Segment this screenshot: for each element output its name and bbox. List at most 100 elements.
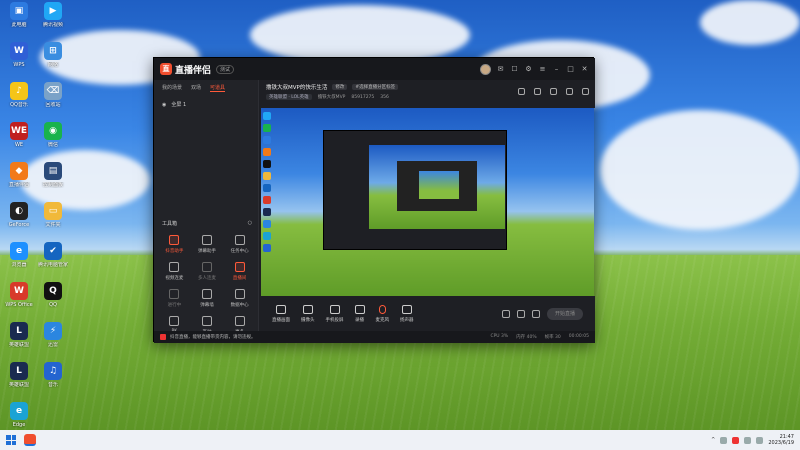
tool-label: 直播间	[232, 276, 247, 281]
desktop-app-icon: L	[10, 362, 28, 380]
camera-toggle-icon[interactable]	[502, 309, 510, 318]
desktop-icon[interactable]: WE WE	[4, 122, 34, 148]
tray-app-icon[interactable]	[732, 436, 740, 444]
live-preview[interactable]	[261, 108, 594, 296]
live-streaming-app-window[interactable]: 直 直播伴侣 测试 ✉ ☐ ⚙ ≡ – □ ✕ 我的场景 双场 可道具 ◉ 全屏…	[153, 57, 595, 343]
windows-start-icon[interactable]	[6, 435, 16, 445]
bell-icon[interactable]	[566, 88, 573, 95]
toolbox-item[interactable]: 进行中	[158, 289, 191, 308]
desktop-icon[interactable]: ▤ 控制面板	[38, 162, 68, 188]
control-button[interactable]: 手机投屏	[326, 304, 344, 323]
live-settings-icon[interactable]	[532, 309, 540, 318]
tool-icon	[201, 235, 212, 245]
tab-dual[interactable]: 双场	[191, 84, 201, 92]
cpu-usage: CPU 3%	[490, 334, 509, 339]
toolbox-item[interactable]: 直播间	[223, 262, 256, 281]
scene-item[interactable]: ◉ 全屏 1	[154, 96, 258, 113]
preview-desktop-icons	[261, 108, 285, 296]
control-label: 直播画面	[272, 317, 290, 323]
edit-title-button[interactable]: 修改	[332, 84, 348, 90]
control-button[interactable]: 扬声器	[400, 304, 414, 323]
room-title[interactable]: 撸铁大叔MVP的快乐生活	[266, 83, 327, 91]
feedback-icon[interactable]: ☐	[510, 65, 519, 74]
message-icon[interactable]: ✉	[496, 65, 505, 74]
settings-icon[interactable]: ⚙	[524, 65, 533, 74]
desktop-icon-label: 网络	[47, 62, 58, 68]
tab-props[interactable]: 可道具	[210, 84, 226, 92]
category-tag[interactable]: 英雄联盟 · LOL英雄	[266, 94, 312, 100]
control-button[interactable]: 录播	[354, 304, 365, 323]
live-duration: 00:00:05	[568, 334, 589, 339]
preview-nested-window	[323, 130, 507, 250]
tool-icon	[234, 235, 245, 245]
taskbar-streaming-app-icon[interactable]	[24, 434, 36, 446]
version-badge[interactable]: 测试	[216, 64, 235, 74]
control-icon	[302, 304, 313, 314]
capture-icon[interactable]	[518, 88, 525, 95]
desktop-icon-label: 英雄联盟	[8, 382, 29, 388]
control-button[interactable]: 直播画面	[272, 304, 290, 323]
desktop-icon[interactable]: e Edge	[4, 402, 34, 428]
start-live-button[interactable]: 开始直播	[547, 307, 583, 320]
toolbox-item[interactable]: 任务中心	[223, 235, 256, 254]
control-icon	[329, 304, 340, 314]
desktop-icon[interactable]: ◉ 微信	[38, 122, 68, 148]
desktop-icon[interactable]: W WPS	[4, 42, 34, 68]
desktop-icon[interactable]: ♫ 音乐	[38, 362, 68, 388]
desktop-icon[interactable]: ⊞ 网络	[38, 42, 68, 68]
toolbox-more-icon[interactable]: ○	[248, 220, 252, 227]
control-button[interactable]: 麦克风	[375, 304, 390, 323]
desktop-icon[interactable]: ▶ 腾讯视频	[38, 2, 68, 28]
tab-my-scenes[interactable]: 我的场景	[162, 84, 182, 92]
desktop-icon[interactable]: Q QQ	[38, 282, 68, 308]
tool-label: 抖音助手	[165, 249, 184, 254]
tool-icon	[201, 262, 212, 272]
desktop-icon-label: QQ音乐	[10, 102, 28, 108]
clock[interactable]: 21:47 2023/6/19	[768, 434, 794, 446]
toolbox-item[interactable]: 数据中心	[223, 289, 256, 308]
minimize-button[interactable]: –	[552, 65, 561, 74]
tool-label: 数据中心	[230, 303, 249, 308]
desktop-icon[interactable]: L 英雄联盟	[4, 362, 34, 388]
eye-icon[interactable]: ◉	[162, 102, 166, 108]
control-label: 麦克风	[375, 317, 390, 323]
tray-app-icon[interactable]	[720, 436, 728, 444]
more-icon[interactable]	[582, 88, 589, 95]
desktop-icon[interactable]: ◆ 直播伴侣	[4, 162, 34, 188]
desktop-icon-label: WPS	[13, 62, 25, 68]
volume-icon[interactable]	[756, 436, 764, 444]
desktop-icon[interactable]: L 英雄联盟	[4, 322, 34, 348]
toolbox-item[interactable]: 视频连麦	[158, 262, 191, 281]
toolbox-label: 工具箱	[162, 221, 178, 227]
desktop-icon[interactable]: e 浏览器	[4, 242, 34, 268]
desktop-app-icon: W	[10, 282, 28, 300]
network-icon[interactable]	[744, 436, 752, 444]
desktop-icon[interactable]: ⌫ 回收站	[38, 82, 68, 108]
control-button[interactable]: 摄像头	[301, 304, 315, 323]
desktop-app-icon: Q	[44, 282, 62, 300]
layout-icon[interactable]	[534, 88, 541, 95]
toolbox-item[interactable]: 多人连麦	[191, 262, 224, 281]
toolbox-item[interactable]: 弹幕助手	[191, 235, 224, 254]
desktop-icon[interactable]: ⚡ 迅雷	[38, 322, 68, 348]
category-hashtag[interactable]: #选择直播分区标签	[352, 84, 399, 90]
desktop-icon[interactable]: W WPS Office	[4, 282, 34, 308]
beauty-icon[interactable]	[517, 309, 525, 318]
desktop-icon-label: 此电脑	[11, 22, 27, 28]
tool-icon	[234, 262, 245, 272]
desktop-icon[interactable]: ▭ 文件夹	[38, 202, 68, 228]
desktop-icon[interactable]: ◐ GeForce	[4, 202, 34, 228]
desktop-icon-label: 文件夹	[45, 222, 61, 228]
user-avatar[interactable]	[480, 63, 491, 75]
desktop-icon[interactable]: ♪ QQ音乐	[4, 82, 34, 108]
share-icon[interactable]	[550, 88, 557, 95]
toolbox-item[interactable]: 抖音助手	[158, 235, 191, 254]
toolbox-item[interactable]: 弹幕墙	[191, 289, 224, 308]
desktop-icon-label: Edge	[12, 422, 26, 428]
close-button[interactable]: ✕	[580, 65, 589, 74]
menu-icon[interactable]: ≡	[538, 65, 547, 74]
maximize-button[interactable]: □	[566, 65, 575, 74]
desktop-icon[interactable]: ✔ 腾讯电脑管家	[38, 242, 68, 268]
desktop-icon[interactable]: ▣ 此电脑	[4, 2, 34, 28]
tray-chevron-icon[interactable]: ^	[711, 437, 715, 443]
